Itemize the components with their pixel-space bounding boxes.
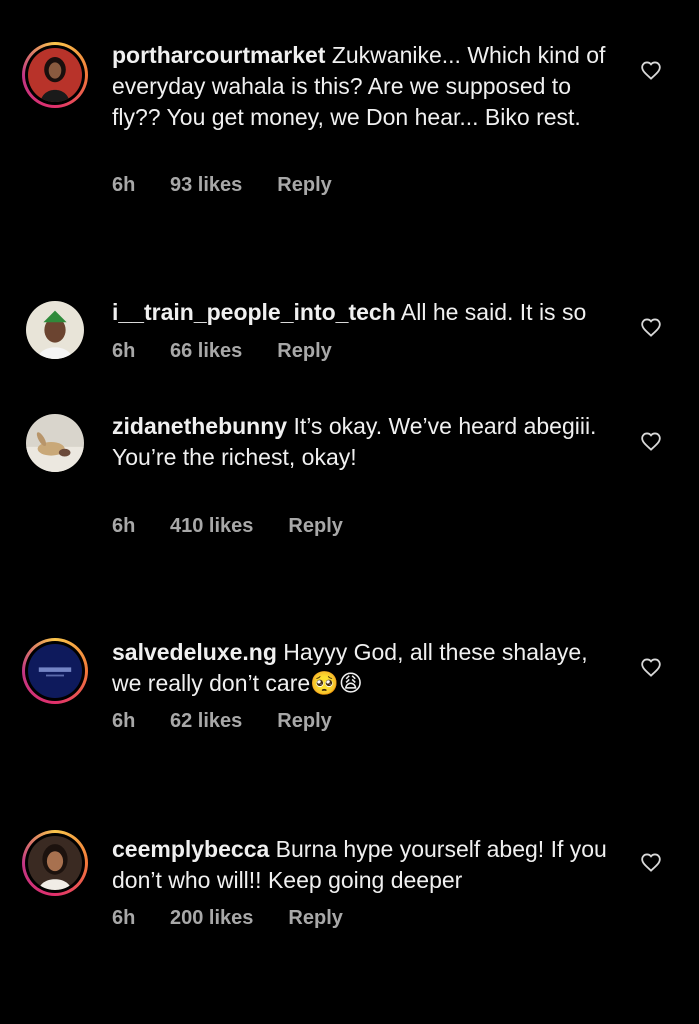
comment-time: 6h	[112, 174, 136, 196]
comment-time: 6h	[112, 710, 136, 732]
avatar[interactable]	[28, 48, 82, 102]
avatar[interactable]	[26, 414, 84, 472]
stuffed-bunny-avatar-image	[26, 414, 84, 472]
heart-outline-icon[interactable]	[640, 852, 662, 872]
avatar-story-ring[interactable]	[22, 42, 88, 108]
avatar[interactable]	[28, 836, 82, 890]
comment-text: i__train_people_into_tech All he said. I…	[112, 299, 587, 325]
reply-button[interactable]: Reply	[277, 174, 331, 197]
comment-username[interactable]: zidanethebunny	[112, 413, 287, 439]
comment-meta: 6h 410 likes Reply	[112, 515, 343, 538]
reply-button[interactable]: Reply	[288, 515, 342, 538]
comment-likes[interactable]: 410 likes	[170, 515, 253, 538]
comment-likes[interactable]: 62 likes	[170, 710, 242, 733]
comment-meta: 6h 200 likes Reply	[112, 907, 343, 930]
comment-likes[interactable]: 200 likes	[170, 907, 253, 930]
woman-portrait-2-avatar-image	[28, 836, 82, 890]
comment-meta: 6h 93 likes Reply	[112, 174, 332, 197]
avatar-ring[interactable]	[22, 297, 88, 363]
comment-text: ceemplybecca Burna hype yourself abeg! I…	[112, 836, 607, 893]
comment-text: zidanethebunny It’s okay. We’ve heard ab…	[112, 413, 597, 470]
comment-username[interactable]: portharcourtmarket	[112, 42, 325, 68]
avatar[interactable]	[28, 644, 82, 698]
heart-outline-icon[interactable]	[640, 657, 662, 677]
comment-time: 6h	[112, 515, 136, 537]
avatar-story-ring[interactable]	[22, 638, 88, 704]
comment-username[interactable]: salvedeluxe.ng	[112, 639, 277, 665]
heart-outline-icon[interactable]	[640, 317, 662, 337]
avatar[interactable]	[26, 301, 84, 359]
brand-logo-avatar-image	[28, 644, 82, 698]
avatar-ring[interactable]	[22, 410, 88, 476]
reply-button[interactable]: Reply	[277, 710, 331, 733]
comment-username[interactable]: ceemplybecca	[112, 836, 269, 862]
comment-likes[interactable]: 66 likes	[170, 340, 242, 363]
reply-button[interactable]: Reply	[277, 340, 331, 363]
heart-outline-icon[interactable]	[640, 60, 662, 80]
heart-outline-icon[interactable]	[640, 431, 662, 451]
avatar-story-ring[interactable]	[22, 830, 88, 896]
comment-time: 6h	[112, 907, 136, 929]
woman-portrait-avatar-image	[28, 48, 82, 102]
comment-meta: 6h 66 likes Reply	[112, 340, 332, 363]
comment-likes[interactable]: 93 likes	[170, 174, 242, 197]
comment-time: 6h	[112, 340, 136, 362]
comment-text: salvedeluxe.ng Hayyy God, all these shal…	[112, 639, 588, 696]
man-green-cap-avatar-image	[26, 301, 84, 359]
reply-button[interactable]: Reply	[288, 907, 342, 930]
comment-text: portharcourtmarket Zukwanike... Which ki…	[112, 42, 606, 130]
comment-meta: 6h 62 likes Reply	[112, 710, 332, 733]
comment-username[interactable]: i__train_people_into_tech	[112, 299, 396, 325]
